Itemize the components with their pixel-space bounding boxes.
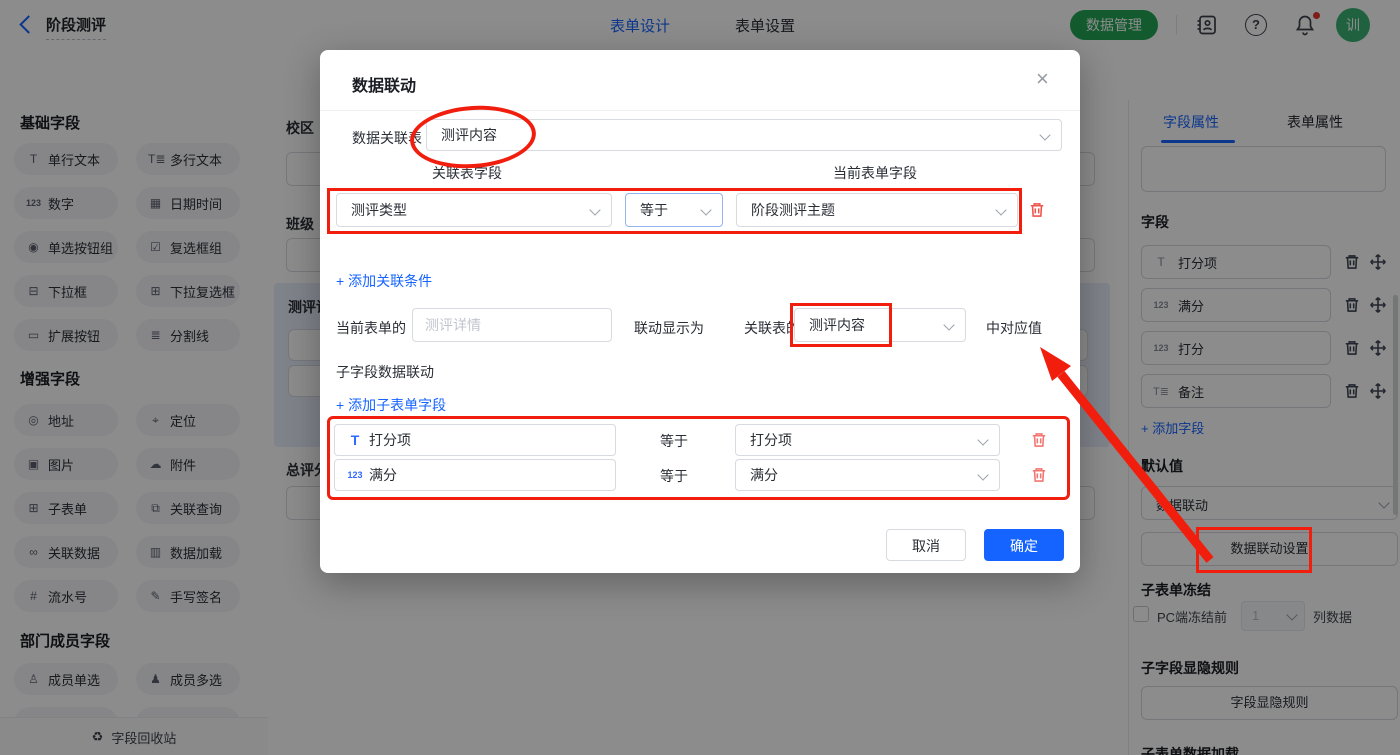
display-prefix: 当前表单的 <box>336 320 406 336</box>
chevron-down-icon <box>977 434 989 446</box>
subfield-target-select[interactable]: 满分 <box>735 459 1000 491</box>
cancel-button[interactable]: 取消 <box>886 529 966 561</box>
relation-field-select[interactable]: 测评类型 <box>336 193 612 227</box>
chevron-down-icon <box>995 204 1007 216</box>
divider <box>320 110 1080 111</box>
display-field-input[interactable] <box>412 308 612 342</box>
trash-icon[interactable] <box>1030 466 1048 484</box>
chevron-down-icon <box>943 319 955 331</box>
relation-table-select[interactable]: 测评内容 <box>426 119 1062 151</box>
operator-select[interactable]: 等于 <box>625 193 723 227</box>
column-header-left: 关联表字段 <box>432 165 502 181</box>
subfield-source[interactable]: T 打分项 <box>334 424 616 456</box>
subfield-op: 等于 <box>660 468 688 484</box>
add-condition-link[interactable]: + 添加关联条件 <box>336 271 432 291</box>
confirm-button[interactable]: 确定 <box>984 529 1064 561</box>
add-subform-field-link[interactable]: + 添加子表单字段 <box>336 395 446 415</box>
chevron-down-icon <box>1039 129 1051 141</box>
chevron-down-icon <box>977 469 989 481</box>
display-link-text: 联动显示为 <box>634 320 704 336</box>
subfield-target-select[interactable]: 打分项 <box>735 424 1000 456</box>
data-linkage-modal: 数据联动 × 数据关联表 测评内容 关联表字段 当前表单字段 测评类型 等于 阶… <box>320 50 1080 573</box>
display-table-select[interactable]: 测评内容 <box>794 308 966 342</box>
subfield-op: 等于 <box>660 433 688 449</box>
modal-title: 数据联动 <box>352 78 417 95</box>
trash-icon[interactable] <box>1028 201 1046 219</box>
chevron-down-icon <box>700 204 712 216</box>
close-icon[interactable]: × <box>1036 68 1049 90</box>
subfield-linkage-title: 子字段数据联动 <box>336 364 434 380</box>
display-suffix: 中对应值 <box>986 320 1042 336</box>
form-designer-app: 阶段测评 表单设计 表单设置 数据管理 ? 训 ⊘表单外链 ⊡后端脚本 ▦数据权… <box>0 0 1400 755</box>
chevron-down-icon <box>589 204 601 216</box>
field-type-icon: 123 <box>347 470 363 480</box>
relation-table-label: 数据关联表 <box>352 130 422 146</box>
display-table-prefix: 关联表的 <box>744 320 800 336</box>
column-header-right: 当前表单字段 <box>833 165 917 181</box>
current-form-field-select[interactable]: 阶段测评主题 <box>736 193 1018 227</box>
field-type-icon: T <box>350 432 360 448</box>
subfield-source[interactable]: 123 满分 <box>334 459 616 491</box>
trash-icon[interactable] <box>1030 431 1048 449</box>
